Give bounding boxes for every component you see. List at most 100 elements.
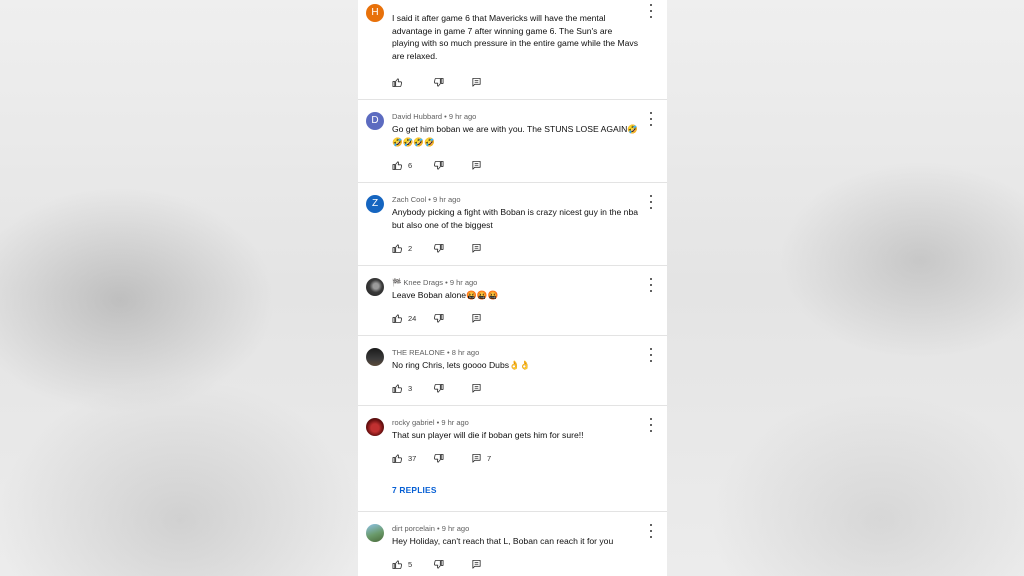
avatar[interactable] [366,348,384,366]
like-count: 3 [408,383,413,393]
comment-item: rocky gabriel • 9 hr ago That sun player… [358,405,667,512]
like-count: 24 [408,313,417,323]
avatar[interactable]: H [366,4,384,22]
dislike-button[interactable] [433,158,444,172]
dislike-button[interactable] [433,557,444,571]
comment-meta: THE REALONE • 8 hr ago [392,348,480,357]
comment-item: 🏁 Knee Drags • 9 hr ago Leave Boban alon… [358,265,667,336]
more-vert-icon[interactable] [649,195,653,209]
dislike-button[interactable] [433,241,444,255]
reply-icon [472,160,481,170]
reply-count: 7 [487,453,492,463]
comment-actions: 24 [392,311,632,325]
timestamp: 9 hr ago [441,524,470,533]
like-count: 5 [408,559,413,569]
thumbs-down-icon [433,160,444,170]
like-count: 6 [408,160,413,170]
like-button[interactable]: 2 [392,241,412,255]
comment-text: That sun player will die if boban gets h… [392,430,584,440]
reply-icon [472,383,481,393]
dislike-button[interactable] [433,451,444,465]
dislike-button[interactable] [433,311,444,325]
comment-text: No ring Chris, lets goooo Dubs👌👌 [392,360,531,370]
comment-meta: 🏁 Knee Drags • 9 hr ago [392,278,478,287]
timestamp: 8 hr ago [451,348,480,357]
thumbs-down-icon [433,453,444,463]
avatar[interactable] [366,524,384,542]
comment-text: Go get him boban we are with you. The ST… [392,124,639,147]
more-vert-icon[interactable] [649,112,653,126]
reply-button[interactable] [471,381,482,395]
comment-item: D David Hubbard • 9 hr ago Go get him bo… [358,99,667,183]
more-vert-icon[interactable] [649,348,653,362]
comment-actions: 2 [392,241,632,255]
author-name[interactable]: THE REALONE [392,348,445,357]
thumbs-up-icon [392,383,403,393]
like-button[interactable]: 24 [392,311,416,325]
comment-meta: Zach Cool • 9 hr ago [392,195,461,204]
comment-meta: David Hubbard • 9 hr ago [392,112,477,121]
like-count: 2 [408,243,413,253]
thumbs-up-icon [392,313,403,323]
like-button[interactable]: 37 [392,451,416,465]
like-button[interactable]: 5 [392,557,412,571]
comment-item: dirt porcelain • 9 hr ago Hey Holiday, c… [358,511,667,576]
thumbs-up-icon [392,160,403,170]
thumbs-down-icon [433,313,444,323]
timestamp: 9 hr ago [441,418,469,427]
reply-button[interactable] [471,557,482,571]
reply-button[interactable]: 7 [471,451,491,465]
avatar[interactable]: Z [366,195,384,213]
thumbs-up-icon [392,243,403,253]
comment-actions: 3 [392,381,632,395]
like-button[interactable]: 6 [392,158,412,172]
reply-icon [472,313,481,323]
comment-text: Leave Boban alone🤬🤬🤬 [392,290,499,300]
dislike-button[interactable] [433,381,444,395]
comment-item: H I said it after game 6 that Mavericks … [358,0,667,100]
thumbs-up-icon [392,453,403,463]
like-button[interactable]: 3 [392,381,412,395]
author-name[interactable]: Zach Cool [392,195,426,204]
comment-actions [392,75,632,89]
like-button[interactable] [392,75,403,89]
more-vert-icon[interactable] [649,524,653,538]
reply-button[interactable] [471,75,482,89]
reply-icon [472,77,481,87]
comment-text: Hey Holiday, can't reach that L, Boban c… [392,536,614,546]
like-count: 37 [408,453,417,463]
author-name[interactable]: dirt porcelain [392,524,435,533]
comment-text: Anybody picking a fight with Boban is cr… [392,207,639,230]
view-replies-link[interactable]: 7 REPLIES [392,485,437,495]
avatar[interactable] [366,418,384,436]
comments-panel[interactable]: H I said it after game 6 that Mavericks … [358,0,667,576]
thumbs-down-icon [433,383,444,393]
comment-meta: rocky gabriel • 9 hr ago [392,418,469,427]
more-vert-icon[interactable] [649,4,653,18]
avatar[interactable]: D [366,112,384,130]
reply-icon [472,243,481,253]
reply-icon [472,559,481,569]
dislike-button[interactable] [433,75,444,89]
reply-button[interactable] [471,311,482,325]
comment-actions: 37 7 [392,451,632,465]
comment-item: Z Zach Cool • 9 hr ago Anybody picking a… [358,182,667,266]
timestamp: 9 hr ago [448,112,477,121]
timestamp: 9 hr ago [449,278,478,287]
author-name[interactable]: rocky gabriel [392,418,435,427]
comment-meta: dirt porcelain • 9 hr ago [392,524,470,533]
author-name[interactable]: David Hubbard [392,112,442,121]
thumbs-down-icon [433,559,444,569]
more-vert-icon[interactable] [649,278,653,292]
thumbs-up-icon [392,559,403,569]
comment-item: THE REALONE • 8 hr ago No ring Chris, le… [358,335,667,406]
thumbs-up-icon [392,77,403,87]
more-vert-icon[interactable] [649,418,653,432]
avatar[interactable] [366,278,384,296]
comment-text: I said it after game 6 that Mavericks wi… [392,13,638,61]
reply-button[interactable] [471,158,482,172]
reply-button[interactable] [471,241,482,255]
thumbs-down-icon [433,243,444,253]
timestamp: 9 hr ago [432,195,461,204]
author-name[interactable]: 🏁 Knee Drags [392,278,443,287]
